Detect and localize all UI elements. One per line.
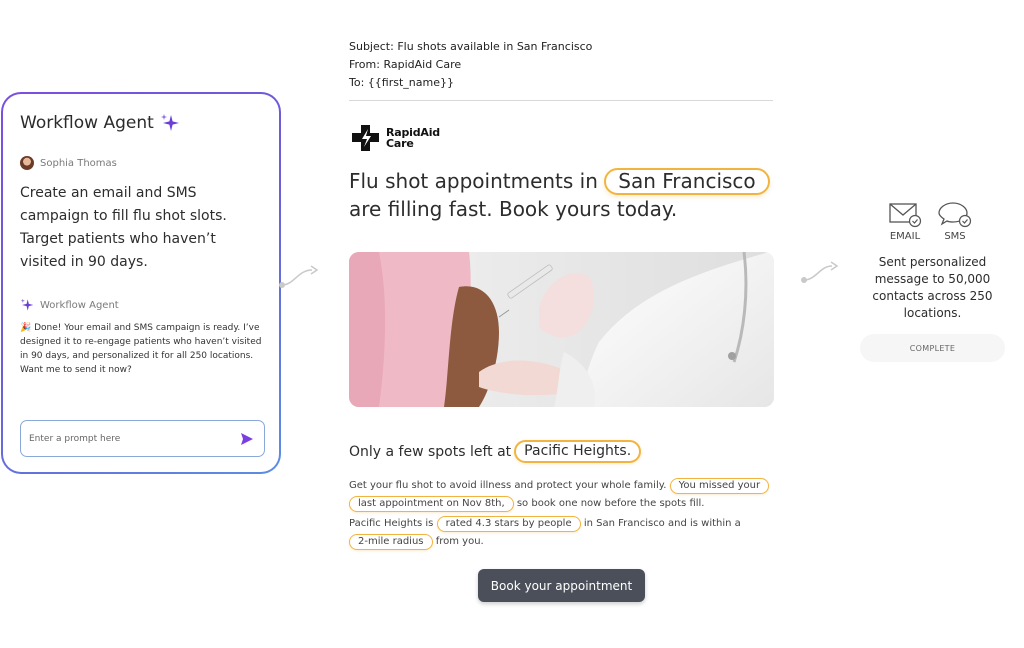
status-badge: COMPLETE — [860, 334, 1005, 362]
channel-email-label: EMAIL — [889, 231, 921, 242]
email-headline: Flu shot appointments in San Francisco a… — [349, 167, 789, 223]
city-highlight: San Francisco — [604, 168, 770, 195]
email-to: To: {{first_name}} — [349, 76, 454, 89]
headline-part-2: are filling fast. Book yours today. — [349, 197, 678, 221]
sparkle-icon — [20, 298, 34, 311]
connector-arrow-right — [801, 261, 839, 283]
sparkle-icon — [160, 114, 179, 131]
sms-sent-icon — [938, 202, 972, 228]
user-message: Create an email and SMS campaign to fill… — [20, 185, 227, 270]
radius-highlight: 2-mile radius — [349, 534, 433, 550]
user-message-header: Sophia Thomas — [20, 156, 117, 170]
email-sent-icon — [889, 203, 922, 228]
workflow-agent-card: Workflow Agent Sophia Thomas Create an e… — [3, 94, 279, 472]
email-from: From: RapidAid Care — [349, 58, 462, 71]
agent-message-header: Workflow Agent — [20, 298, 119, 312]
channel-email: EMAIL — [888, 200, 922, 242]
agent-panel-title: Workflow Agent — [20, 113, 180, 133]
delivery-channels: EMAIL SMS — [888, 200, 972, 242]
email-body: Get your flu shot to avoid illness and p… — [349, 477, 779, 551]
channel-sms-label: SMS — [944, 231, 966, 242]
body1-text: Get your flu shot to avoid illness and p… — [349, 480, 667, 491]
agent-reply: 🎉 Done! Your email and SMS campaign is r… — [20, 323, 262, 375]
send-icon — [241, 432, 253, 445]
headline-part-1: Flu shot appointments in — [349, 169, 598, 193]
rating-highlight: rated 4.3 stars by people — [436, 516, 581, 532]
user-name: Sophia Thomas — [40, 157, 117, 169]
connector-arrow-left — [279, 265, 319, 288]
agent-panel-title-text: Workflow Agent — [20, 113, 154, 133]
body-paragraph-2: Pacific Heights is rated 4.3 stars by pe… — [349, 515, 779, 551]
spots-text: Only a few spots left at — [349, 443, 512, 460]
agent-name: Workflow Agent — [40, 299, 119, 311]
send-button[interactable] — [238, 430, 256, 448]
email-subject: Subject: Flu shots available in San Fran… — [349, 40, 593, 53]
vaccination-photo — [349, 252, 774, 407]
location-highlight: Pacific Heights. — [514, 440, 642, 463]
prompt-input[interactable] — [29, 433, 238, 444]
email-divider — [349, 100, 773, 101]
brand-logo: RapidAid Care — [351, 124, 440, 152]
delivery-summary: Sent personalized message to 50,000 cont… — [872, 255, 993, 320]
workflow-agent-panel: Workflow Agent Sophia Thomas Create an e… — [1, 92, 281, 474]
email-header: Subject: Flu shots available in San Fran… — [349, 38, 592, 92]
avatar — [20, 156, 34, 170]
prompt-box — [20, 420, 265, 457]
medical-cross-icon — [352, 125, 379, 151]
missed-appointment-highlight-b: last appointment on Nov 8th, — [349, 496, 514, 512]
book-appointment-button[interactable]: Book your appointment — [478, 569, 645, 602]
body2-end: from you. — [435, 536, 484, 547]
body2-mid: in San Francisco and is within a — [583, 518, 741, 529]
missed-appointment-highlight-a: You missed your — [669, 478, 770, 494]
logo-line-2: Care — [386, 137, 414, 150]
spots-line: Only a few spots left at Pacific Heights… — [349, 440, 642, 463]
channel-sms: SMS — [938, 200, 972, 242]
body1-end: so book one now before the spots fill. — [516, 498, 705, 509]
body-paragraph-1: Get your flu shot to avoid illness and p… — [349, 477, 779, 513]
body2-start: Pacific Heights is — [349, 518, 434, 529]
